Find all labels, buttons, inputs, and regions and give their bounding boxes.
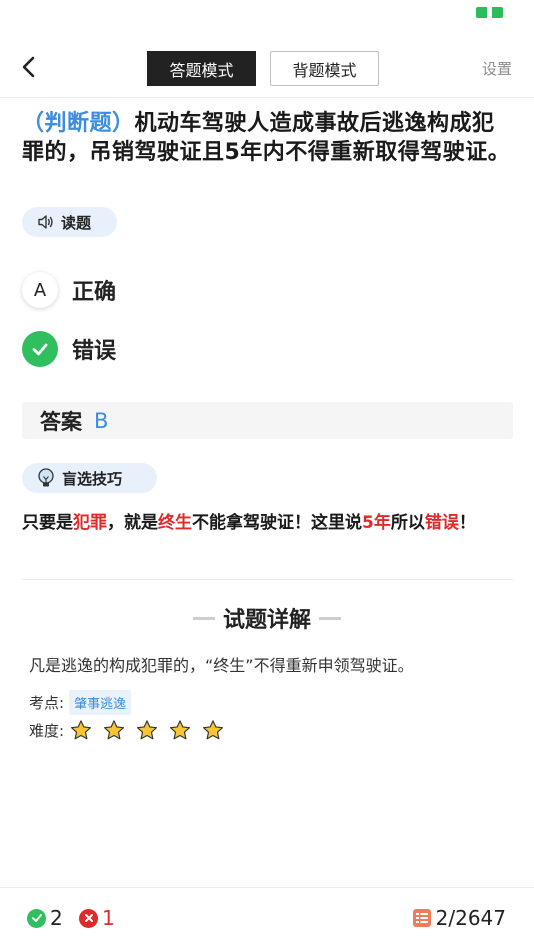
title-dash-left — [192, 616, 215, 620]
question-type-label: （判断题） — [22, 111, 135, 136]
settings-button[interactable]: 设置 — [482, 58, 512, 79]
question-text: （判断题）机动车驾驶人造成事故后逃逸构成犯罪的，吊销驾驶证且5年内不得重新取得驾… — [22, 109, 512, 167]
read-question-label: 读题 — [61, 213, 92, 232]
option-b-text: 错误 — [72, 339, 117, 364]
nav-divider — [0, 97, 534, 98]
progress-text: 2/2647 — [435, 906, 506, 930]
difficulty-label: 难度: — [29, 721, 65, 740]
option-a-key: A — [22, 272, 58, 308]
answer-box: 答案 B — [22, 402, 513, 439]
tab-memorize-mode[interactable]: 背题模式 — [270, 51, 379, 86]
check-circle-icon — [27, 908, 46, 928]
read-question-button[interactable]: 读题 — [22, 207, 117, 237]
lightbulb-icon — [38, 468, 54, 487]
exam-point-label: 考点: — [29, 694, 65, 712]
tab-answer-mode[interactable]: 答题模式 — [147, 51, 256, 86]
title-dash-right — [319, 616, 341, 620]
tips-segment: 所以 — [390, 513, 425, 533]
difficulty-stars — [69, 719, 234, 741]
correct-count: 2 — [50, 906, 63, 930]
footer-bar: 2 1 2/2647 — [0, 888, 534, 950]
section-divider — [22, 579, 513, 580]
check-icon — [22, 331, 58, 367]
tips-segment: ，就是 — [107, 513, 158, 533]
star-icon — [203, 720, 224, 740]
tips-highlight: 5年 — [362, 513, 391, 533]
option-b[interactable]: 错误 — [22, 330, 116, 368]
x-circle-icon — [79, 908, 98, 928]
tips-highlight: 终生 — [158, 513, 192, 533]
wrong-count-stat: 1 — [79, 906, 115, 930]
difficulty-row: 难度: — [29, 719, 234, 741]
tips-segment: ！ — [458, 513, 476, 533]
speaker-icon — [38, 215, 53, 229]
tips-label: 盲选技巧 — [62, 469, 123, 488]
question-progress-button[interactable]: 2/2647 — [412, 906, 506, 930]
option-a[interactable]: A 正确 — [22, 271, 116, 309]
answer-value: B — [94, 408, 109, 433]
exam-point-tag[interactable]: 肇事逃逸 — [69, 690, 132, 715]
tips-highlight: 犯罪 — [73, 513, 107, 533]
star-icon — [170, 720, 191, 740]
tips-segment: 不能拿驾驶证！这里说 — [192, 513, 362, 533]
top-nav-bar: 答题模式 背题模式 设置 — [0, 40, 534, 96]
blind-pick-tips-badge: 盲选技巧 — [22, 463, 157, 493]
battery-indicator-icon — [476, 7, 503, 18]
option-a-text: 正确 — [72, 280, 117, 305]
explanation-text: 凡是逃逸的构成犯罪的，“终生”不得重新申领驾驶证。 — [29, 656, 414, 675]
star-icon — [104, 720, 125, 740]
exam-point-row: 考点: 肇事逃逸 — [29, 690, 132, 715]
star-icon — [71, 720, 92, 740]
tips-segment: 只要是 — [22, 513, 73, 533]
star-icon — [137, 720, 158, 740]
chevron-left-icon — [22, 56, 35, 78]
wrong-count: 1 — [102, 906, 115, 930]
list-icon — [412, 909, 431, 927]
answer-label: 答案 — [40, 409, 82, 434]
back-button[interactable] — [14, 52, 44, 82]
tips-highlight: 错误 — [424, 513, 459, 533]
detail-section-title: 试题详解 — [0, 602, 534, 634]
correct-count-stat: 2 — [27, 906, 63, 930]
tips-text: 只要是犯罪，就是终生不能拿驾驶证！这里说5年所以错误！ — [22, 511, 512, 535]
detail-title-text: 试题详解 — [222, 608, 311, 633]
